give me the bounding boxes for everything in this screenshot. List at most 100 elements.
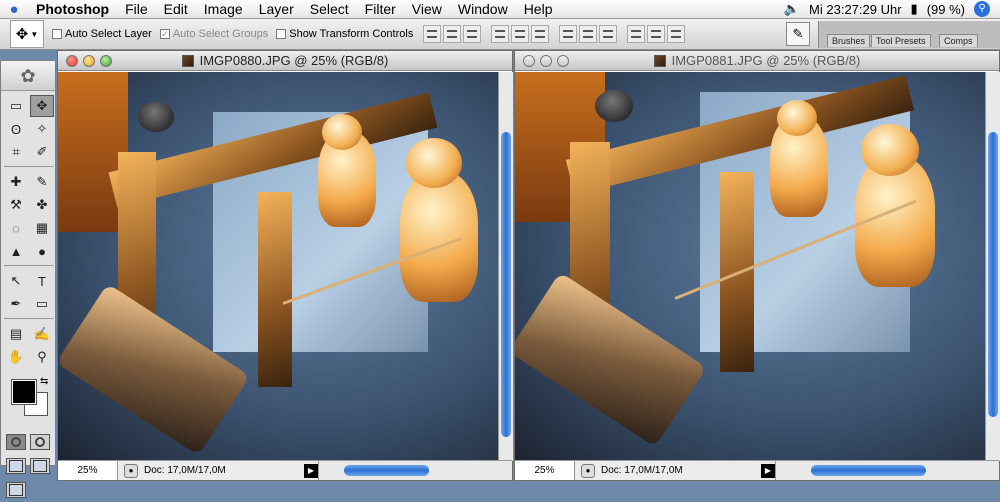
align-hcenter-button[interactable]	[511, 25, 530, 43]
shape-tool-icon[interactable]: ▭	[30, 293, 54, 315]
document-window-2: IMGP0881.JPG @ 25% (RGB/8) 25% ● Doc: 17…	[514, 50, 1000, 481]
menu-window[interactable]: Window	[450, 0, 516, 19]
vertical-scrollbar[interactable]	[498, 72, 513, 461]
jump-to-imageready-button[interactable]	[6, 482, 26, 498]
horizontal-scrollbar[interactable]	[775, 461, 999, 480]
horizontal-scroll-thumb[interactable]	[811, 465, 926, 476]
notes-tool-icon[interactable]: ▤	[4, 323, 28, 345]
volume-icon[interactable]: 🔈	[784, 1, 800, 17]
color-swatches: ⇆	[4, 376, 52, 426]
foreground-color-swatch[interactable]	[11, 379, 37, 405]
hand-tool-icon[interactable]: ✋	[4, 346, 28, 368]
dodge-tool-icon[interactable]: ●	[30, 240, 54, 262]
apple-menu-icon[interactable]: ●	[0, 1, 28, 18]
battery-icon[interactable]: ▮	[911, 1, 918, 17]
title-bar[interactable]: IMGP0880.JPG @ 25% (RGB/8)	[58, 51, 512, 71]
image-canvas[interactable]	[515, 72, 985, 461]
image-canvas[interactable]	[58, 72, 498, 461]
menu-help[interactable]: Help	[516, 0, 561, 19]
tool-preset-picker[interactable]: ✥ ▼	[10, 20, 44, 48]
photo-frame-right	[258, 192, 292, 387]
photo-figure-large-head	[406, 138, 462, 188]
distribute-bottom-button[interactable]	[599, 25, 618, 43]
menu-edit[interactable]: Edit	[156, 0, 196, 19]
clone-stamp-tool-icon[interactable]: ⚒	[4, 194, 28, 216]
slice-tool-icon[interactable]: ✐	[30, 141, 54, 163]
distribute-hcenter-button[interactable]	[647, 25, 666, 43]
photo-figure-large-head	[861, 124, 919, 176]
align-bottom-button[interactable]	[463, 25, 482, 43]
status-icon[interactable]: ●	[581, 463, 595, 478]
horizontal-scrollbar[interactable]	[318, 461, 512, 480]
zoom-field[interactable]: 25%	[58, 461, 118, 480]
standard-screen-mode-button[interactable]	[6, 458, 26, 474]
vertical-scrollbar[interactable]	[985, 72, 1000, 461]
quick-mask-mode-button[interactable]	[30, 434, 50, 450]
title-bar[interactable]: IMGP0881.JPG @ 25% (RGB/8)	[515, 51, 999, 71]
status-menu-arrow-icon[interactable]: ▶	[761, 463, 775, 478]
zoom-tool-icon[interactable]: ⚲	[30, 346, 54, 368]
auto-select-layer-checkbox[interactable]: Auto Select Layer	[52, 28, 152, 40]
clock[interactable]: Mi 23:27:29 Uhr	[809, 2, 902, 17]
distribute-vcenter-button[interactable]	[579, 25, 598, 43]
align-vcenter-button[interactable]	[443, 25, 462, 43]
menu-file[interactable]: File	[117, 0, 156, 19]
healing-brush-tool-icon[interactable]: ✚	[4, 171, 28, 193]
photo-figure-small-head	[777, 100, 817, 136]
marquee-tool-icon[interactable]: ▭	[4, 95, 28, 117]
show-transform-controls-checkbox[interactable]: Show Transform Controls	[276, 28, 413, 40]
status-icon[interactable]: ●	[124, 463, 138, 478]
status-bar: 25% ● Doc: 17,0M/17,0M ▶	[58, 460, 512, 480]
checkbox-box[interactable]	[276, 29, 287, 39]
lasso-tool-icon[interactable]: ʘ	[4, 118, 28, 140]
distribute-right-button[interactable]	[667, 25, 686, 43]
document-proxy-icon[interactable]	[181, 54, 194, 67]
align-left-button[interactable]	[491, 25, 510, 43]
full-screen-menu-mode-button[interactable]	[30, 458, 50, 474]
auto-select-layer-label: Auto Select Layer	[65, 28, 152, 40]
standard-mode-button[interactable]	[6, 434, 26, 450]
document-proxy-icon[interactable]	[653, 54, 666, 67]
gradient-tool-icon[interactable]: ▦	[30, 217, 54, 239]
doc-size: Doc: 17,0M/17,0M	[144, 465, 226, 476]
auto-select-groups-checkbox[interactable]: ✓ Auto Select Groups	[159, 28, 268, 40]
align-top-button[interactable]	[423, 25, 442, 43]
crop-tool-icon[interactable]: ⌗	[4, 141, 28, 163]
vertical-scroll-thumb[interactable]	[988, 132, 998, 417]
brush-tool-icon[interactable]: ✎	[30, 171, 54, 193]
tab-tool-presets[interactable]: Tool Presets	[871, 34, 931, 47]
horizontal-scroll-thumb[interactable]	[344, 465, 429, 476]
distribute-left-button[interactable]	[627, 25, 646, 43]
zoom-field[interactable]: 25%	[515, 461, 575, 480]
feather-icon[interactable]: ✿	[1, 61, 55, 91]
eraser-tool-icon[interactable]: ◌	[4, 217, 28, 239]
menu-filter[interactable]: Filter	[357, 0, 404, 19]
spotlight-icon[interactable]: ⚲	[974, 1, 990, 17]
eyedropper-tool-icon[interactable]: ✍	[30, 323, 54, 345]
menu-view[interactable]: View	[404, 0, 450, 19]
distribute-top-button[interactable]	[559, 25, 578, 43]
checkbox-box[interactable]	[52, 29, 62, 39]
jump-row	[1, 478, 55, 502]
history-brush-tool-icon[interactable]: ✤	[30, 194, 54, 216]
menu-image[interactable]: Image	[196, 0, 251, 19]
type-tool-icon[interactable]: T	[30, 270, 54, 292]
pen-tool-icon[interactable]: ✒	[4, 293, 28, 315]
align-right-button[interactable]	[531, 25, 550, 43]
menu-layer[interactable]: Layer	[251, 0, 302, 19]
checkbox-box[interactable]: ✓	[159, 29, 170, 39]
move-tool-icon[interactable]: ✥	[30, 95, 54, 117]
swap-colors-icon[interactable]: ⇆	[40, 376, 48, 387]
path-selection-tool-icon[interactable]: ↖	[4, 270, 28, 292]
tab-comps[interactable]: Comps	[939, 34, 978, 47]
tab-brushes[interactable]: Brushes	[827, 34, 871, 47]
blur-tool-icon[interactable]: ▲	[4, 240, 28, 262]
window-title: IMGP0880.JPG @ 25% (RGB/8)	[58, 53, 512, 68]
toggle-palettes-icon[interactable]: ✎	[786, 22, 810, 46]
document-window-1: IMGP0880.JPG @ 25% (RGB/8) 25% ● Doc: 17…	[57, 50, 513, 481]
status-menu-arrow-icon[interactable]: ▶	[304, 463, 318, 478]
menu-app-photoshop[interactable]: Photoshop	[28, 0, 117, 19]
vertical-scroll-thumb[interactable]	[501, 132, 511, 437]
menu-select[interactable]: Select	[302, 0, 357, 19]
magic-wand-tool-icon[interactable]: ✧	[30, 118, 54, 140]
